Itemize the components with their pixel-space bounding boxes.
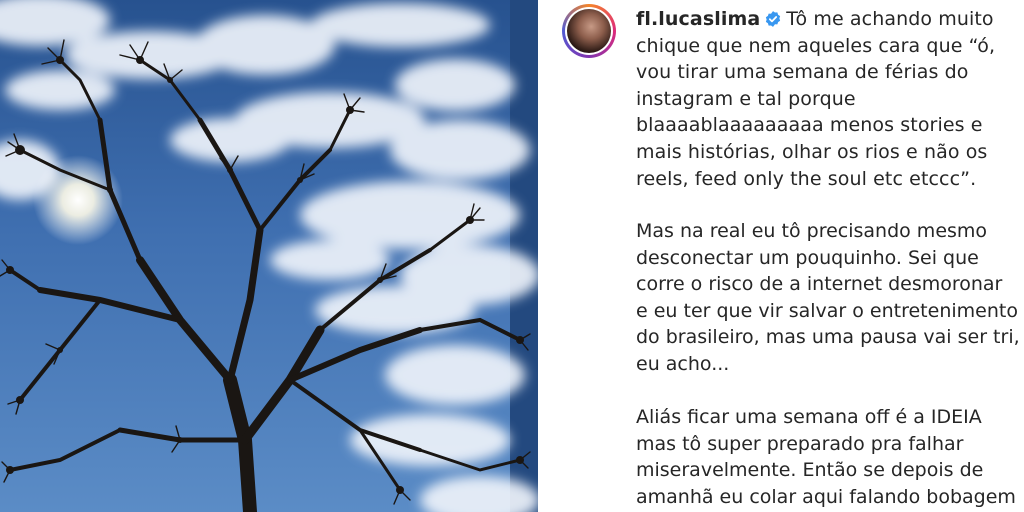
caption-continued: Mas na real eu tô precisando mesmo desco… bbox=[636, 218, 1020, 512]
caption-first-line: Tô me achando muito bbox=[786, 8, 994, 30]
caption-panel: fl.lucaslima Tô me achando muito chique q… bbox=[538, 0, 1024, 512]
caption-paragraph-1: fl.lucaslima Tô me achando muito chique q… bbox=[636, 6, 1012, 192]
username-link[interactable]: fl.lucaslima bbox=[636, 8, 760, 30]
verified-badge-icon bbox=[766, 11, 781, 27]
post-caption: fl.lucaslima Tô me achando muito chique q… bbox=[636, 6, 1012, 192]
caption-paragraph-3: Aliás ficar uma semana off é a IDEIA mas… bbox=[636, 406, 1016, 508]
sky-tree-image bbox=[0, 0, 538, 512]
post-screenshot: fl.lucaslima Tô me achando muito chique q… bbox=[0, 0, 1024, 512]
avatar-photo bbox=[567, 9, 611, 53]
caption-paragraph-2: Mas na real eu tô precisando mesmo desco… bbox=[636, 220, 1020, 375]
avatar-ring bbox=[565, 7, 613, 55]
post-photo[interactable] bbox=[0, 0, 538, 512]
caption-paragraph-1-rest: chique que nem aqueles cara que “ó, vou … bbox=[636, 34, 996, 190]
avatar[interactable] bbox=[562, 4, 616, 58]
